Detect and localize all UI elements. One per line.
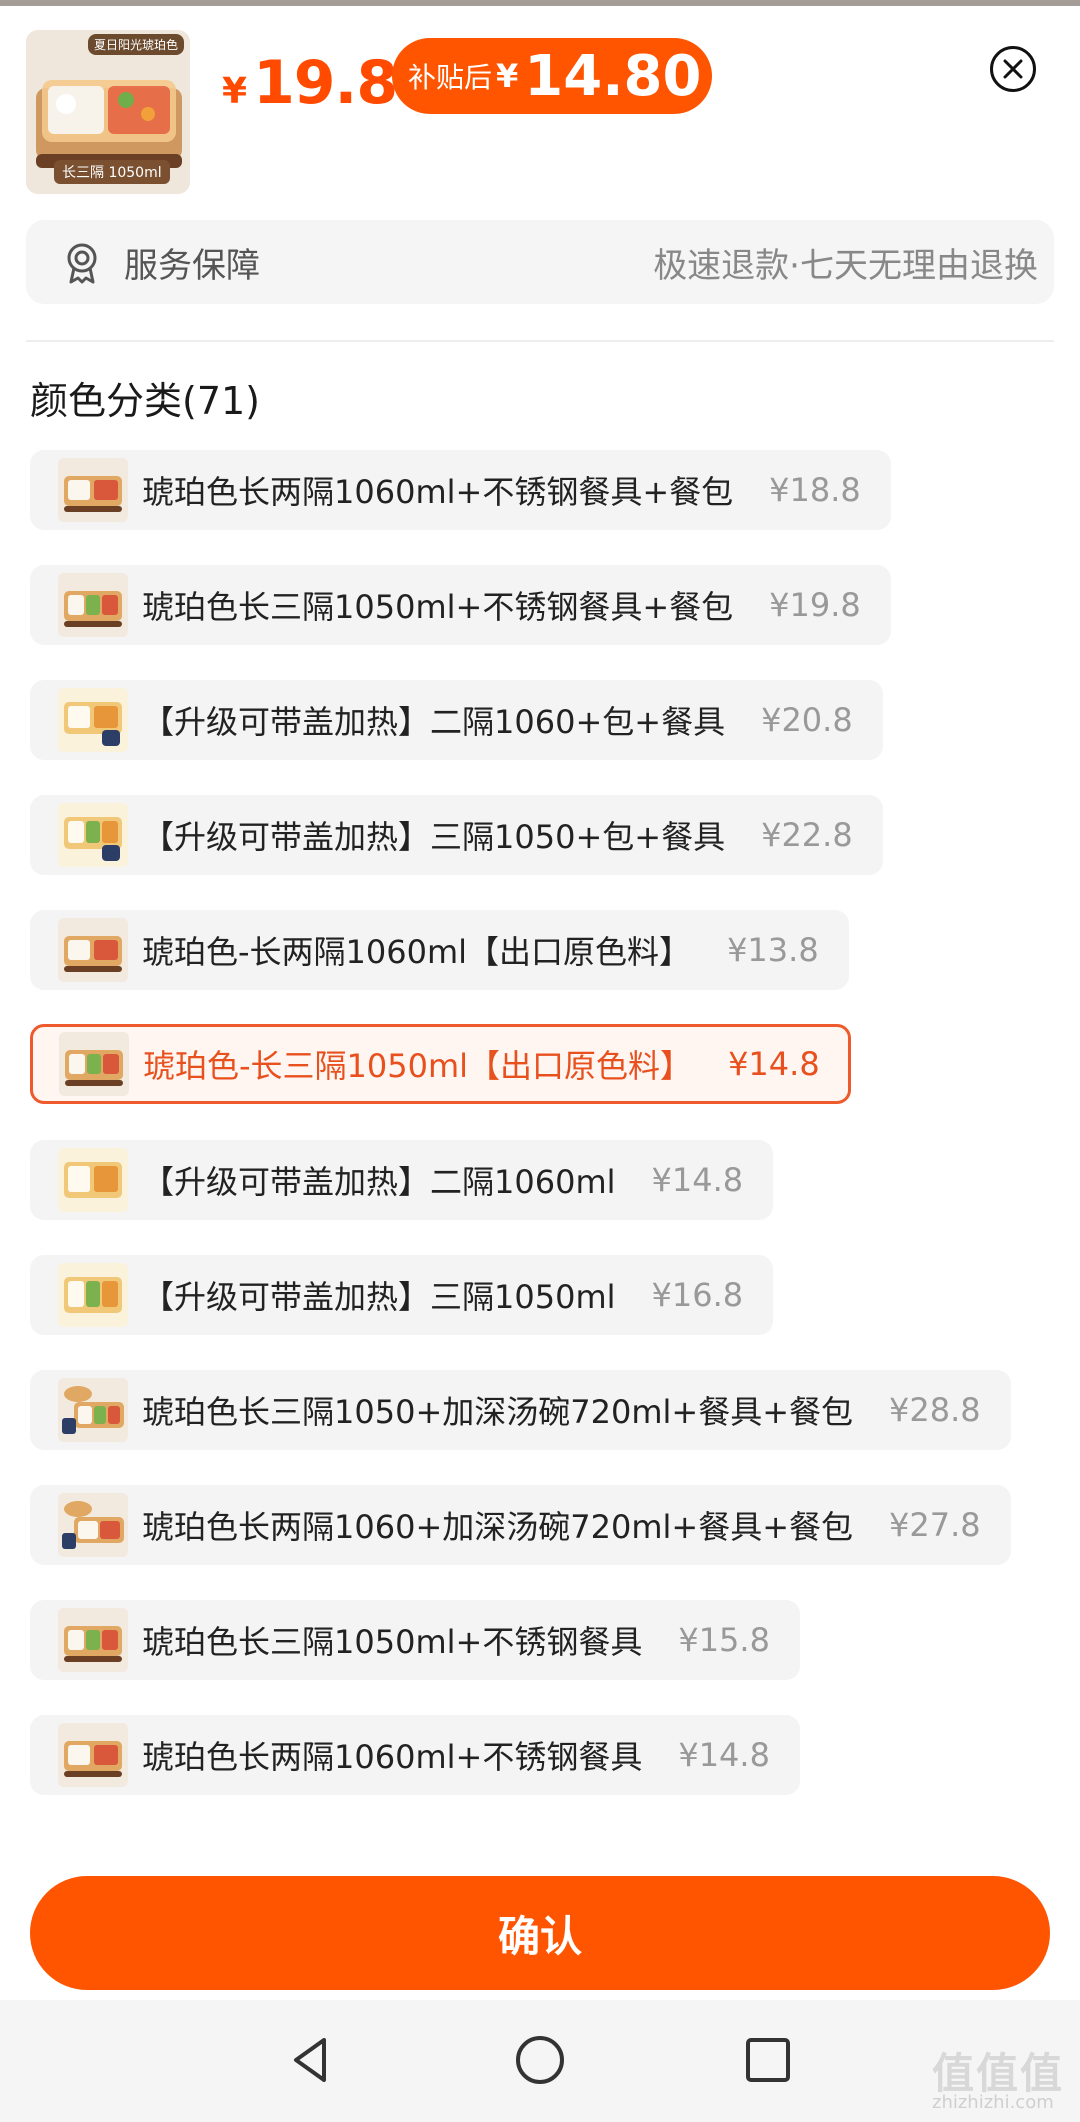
confirm-button[interactable]: 确认 — [30, 1876, 1050, 1990]
sku-thumbnail — [58, 1263, 128, 1327]
subsidy-price-value: 14.80 — [524, 43, 702, 109]
sku-option[interactable]: 琥珀色长三隔1050ml+不锈钢餐具 ¥15.8 — [30, 1600, 800, 1680]
sku-thumbnail — [58, 1723, 128, 1787]
service-guarantee-row[interactable]: 服务保障 极速退款·七天无理由退换 — [26, 220, 1054, 304]
lunchbox-thumb-icon — [58, 918, 128, 982]
sku-options-list: 琥珀色长两隔1060ml+不锈钢餐具+餐包 ¥18.8 琥珀色长三隔1050ml… — [30, 450, 1060, 1830]
currency-symbol: ¥ — [222, 71, 248, 112]
subsidy-price-badge: 补贴后 ¥ 14.80 — [392, 38, 712, 114]
sku-option-price: ¥16.8 — [651, 1276, 744, 1314]
subsidy-currency: ¥ — [496, 57, 519, 95]
sku-option[interactable]: 【升级可带盖加热】二隔1060+包+餐具 ¥20.8 — [30, 680, 883, 760]
sku-option[interactable]: 琥珀色长三隔1050+加深汤碗720ml+餐具+餐包 ¥28.8 — [30, 1370, 1011, 1450]
lunchbox-thumb-icon — [58, 803, 128, 867]
subsidy-label: 补贴后 — [408, 61, 493, 94]
close-icon — [1003, 59, 1023, 79]
back-nav-button[interactable] — [282, 2030, 342, 2090]
watermark-url: zhizhizhi.com — [932, 2092, 1054, 2113]
badge-ribbon-icon — [67, 243, 97, 284]
thumbnail-tag-top: 夏日阳光琥珀色 — [87, 34, 184, 55]
sku-thumbnail — [58, 1148, 128, 1212]
home-circle-icon — [516, 2036, 564, 2084]
sku-option-name: 琥珀色长两隔1060ml+不锈钢餐具+餐包 — [142, 473, 734, 511]
sku-option[interactable]: 琥珀色长三隔1050ml+不锈钢餐具+餐包 ¥19.8 — [30, 565, 891, 645]
service-description: 极速退款·七天无理由退换 — [653, 245, 1038, 286]
lunchbox-thumb-icon — [58, 1378, 128, 1442]
sku-option-name: 琥珀色长两隔1060ml+不锈钢餐具 — [142, 1738, 643, 1776]
sku-option-name: 琥珀色长三隔1050ml+不锈钢餐具+餐包 — [142, 588, 734, 626]
sku-option-price: ¥15.8 — [678, 1621, 770, 1659]
sku-option[interactable]: 琥珀色长两隔1060ml+不锈钢餐具+餐包 ¥18.8 — [30, 450, 891, 530]
close-button[interactable] — [990, 46, 1036, 92]
recents-nav-button[interactable] — [738, 2030, 798, 2090]
color-category-title: 颜色分类(71) — [30, 379, 261, 423]
sku-option-price: ¥20.8 — [761, 701, 853, 739]
sku-option-price: ¥27.8 — [889, 1506, 981, 1544]
back-triangle-icon — [294, 2038, 326, 2082]
lunchbox-thumb-icon — [58, 1493, 128, 1557]
sku-thumbnail — [58, 688, 128, 752]
sku-option-name: 琥珀色长两隔1060+加深汤碗720ml+餐具+餐包 — [142, 1508, 854, 1546]
lunchbox-thumb-icon — [58, 1148, 128, 1212]
current-price: ¥ 19.8 — [222, 48, 398, 118]
sku-option-price: ¥14.8 — [728, 1045, 820, 1083]
service-title: 服务保障 — [124, 245, 260, 286]
sku-option-name: 【升级可带盖加热】三隔1050ml — [142, 1278, 616, 1316]
sku-thumbnail — [58, 1608, 128, 1672]
sku-option-price: ¥18.8 — [769, 471, 861, 509]
sku-option[interactable]: 【升级可带盖加热】三隔1050ml ¥16.8 — [30, 1255, 774, 1335]
sku-thumbnail — [58, 1493, 128, 1557]
sku-option[interactable]: 琥珀色长两隔1060ml+不锈钢餐具 ¥14.8 — [30, 1715, 800, 1795]
home-nav-button[interactable] — [510, 2030, 570, 2090]
sku-option[interactable]: 【升级可带盖加热】二隔1060ml ¥14.8 — [30, 1140, 774, 1220]
sku-option-name: 琥珀色长三隔1050+加深汤碗720ml+餐具+餐包 — [142, 1393, 854, 1431]
sku-option-price: ¥22.8 — [761, 816, 853, 854]
sku-option-price: ¥28.8 — [889, 1391, 981, 1429]
system-navigation-bar — [0, 2000, 1080, 2122]
sku-selector-sheet: 夏日阳光琥珀色 长三隔 1050ml ¥ 19.8 补贴后 ¥ 14.80 服务… — [0, 0, 1080, 2122]
sku-option-name: 【升级可带盖加热】三隔1050+包+餐具 — [142, 818, 726, 856]
lunchbox-thumb-icon — [59, 1032, 129, 1096]
sku-option[interactable]: 琥珀色长两隔1060+加深汤碗720ml+餐具+餐包 ¥27.8 — [30, 1485, 1011, 1565]
lunchbox-thumb-icon — [58, 1263, 128, 1327]
lunchbox-thumb-icon — [58, 1608, 128, 1672]
product-thumbnail[interactable]: 夏日阳光琥珀色 长三隔 1050ml — [26, 30, 190, 194]
lunchbox-thumb-icon — [58, 688, 128, 752]
sku-thumbnail — [58, 918, 128, 982]
sku-option-price: ¥14.8 — [678, 1736, 770, 1774]
sku-option-name: 【升级可带盖加热】二隔1060+包+餐具 — [142, 703, 726, 741]
sku-thumbnail — [58, 573, 128, 637]
sku-option-price: ¥14.8 — [651, 1161, 744, 1199]
sku-option-name: 琥珀色-长两隔1060ml【出口原色料】 — [142, 933, 692, 971]
sku-option[interactable]: 【升级可带盖加热】三隔1050+包+餐具 ¥22.8 — [30, 795, 883, 875]
sheet-header: 夏日阳光琥珀色 长三隔 1050ml ¥ 19.8 补贴后 ¥ 14.80 — [0, 0, 1080, 210]
sku-option[interactable]: 琥珀色-长两隔1060ml【出口原色料】 ¥13.8 — [30, 910, 849, 990]
sku-option-name: 琥珀色长三隔1050ml+不锈钢餐具 — [142, 1623, 643, 1661]
sku-option-name: 琥珀色-长三隔1050ml【出口原色料】 — [143, 1047, 693, 1085]
sku-option-name: 【升级可带盖加热】二隔1060ml — [142, 1163, 616, 1201]
sku-thumbnail — [59, 1032, 129, 1096]
lunchbox-thumb-icon — [58, 573, 128, 637]
sku-thumbnail — [58, 458, 128, 522]
lunchbox-thumb-icon — [58, 458, 128, 522]
sku-thumbnail — [58, 1378, 128, 1442]
sku-option-selected[interactable]: 琥珀色-长三隔1050ml【出口原色料】 ¥14.8 — [30, 1024, 851, 1104]
recents-square-icon — [746, 2038, 790, 2082]
lunchbox-thumb-icon — [58, 1723, 128, 1787]
price-value: 19.8 — [253, 48, 398, 118]
sku-thumbnail — [58, 803, 128, 867]
divider — [26, 340, 1054, 342]
thumbnail-tag-bottom: 长三隔 1050ml — [54, 160, 170, 184]
sku-option-price: ¥19.8 — [769, 586, 861, 624]
sku-option-price: ¥13.8 — [727, 931, 819, 969]
